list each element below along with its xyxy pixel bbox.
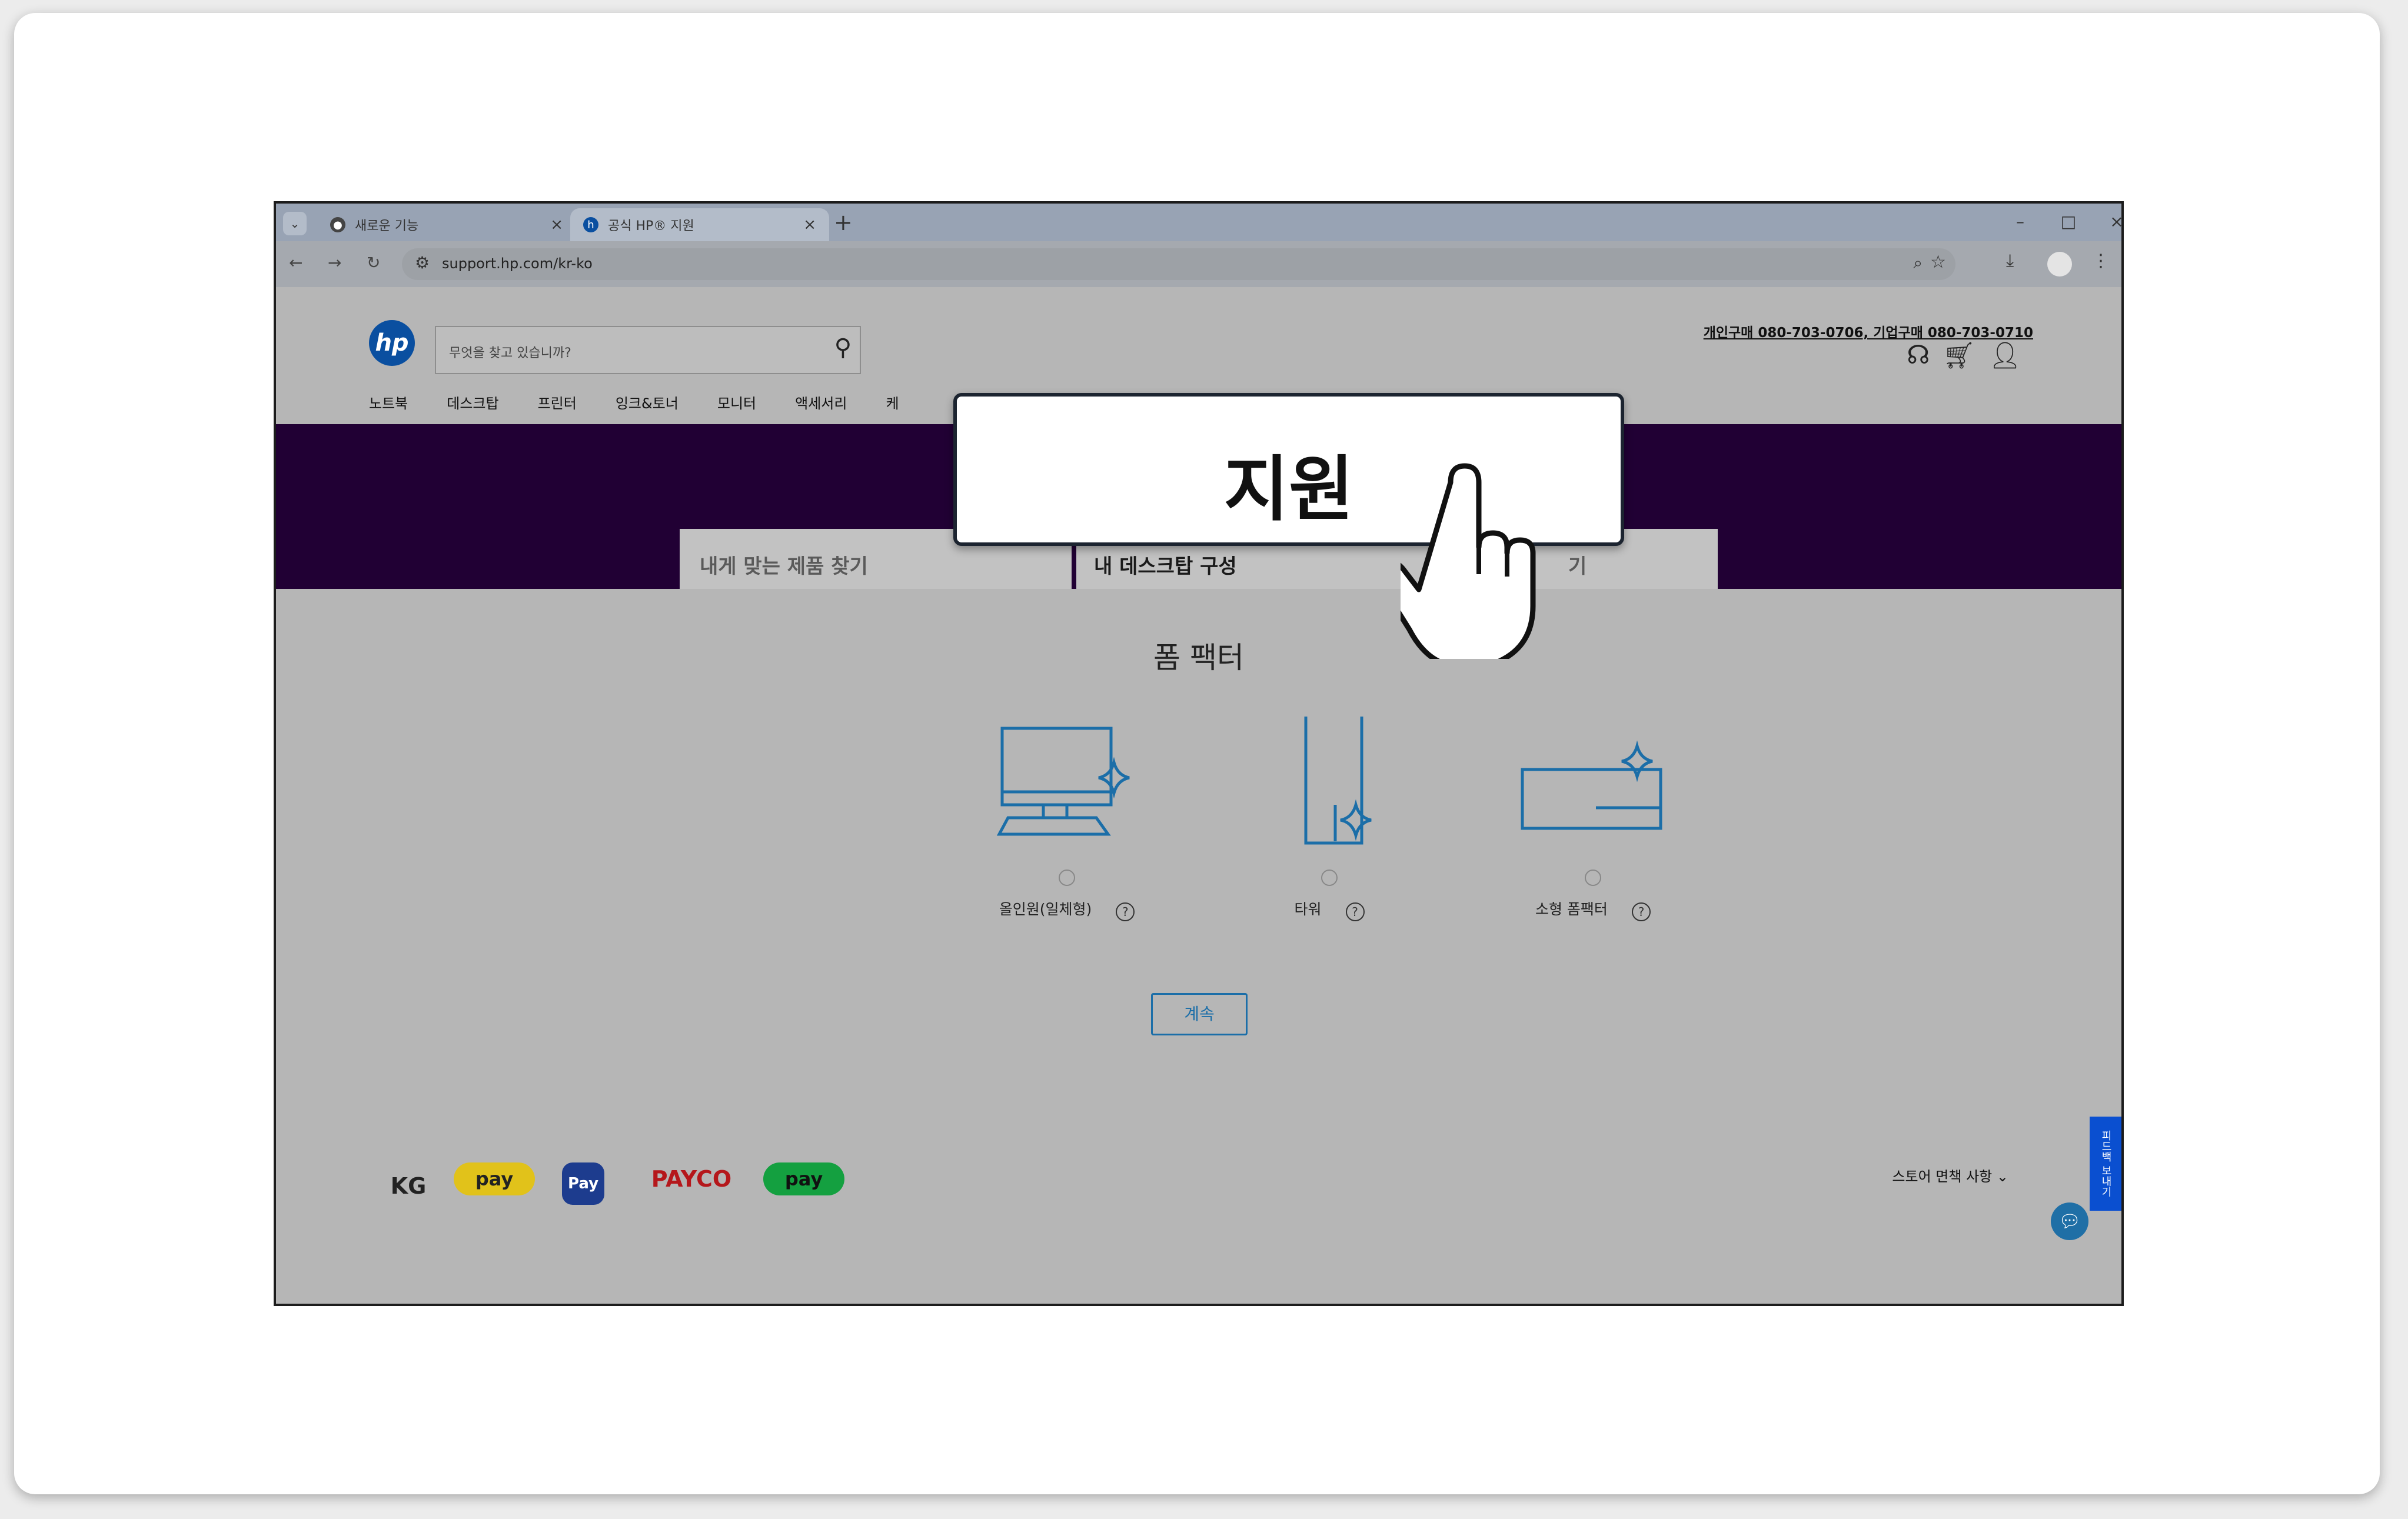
new-tab-icon[interactable]: +: [834, 209, 853, 235]
radio-small-form-factor[interactable]: [1585, 870, 1601, 886]
all-in-one-icon: [996, 727, 1130, 836]
tab-bar: ⌄ ● 새로운 기능 × h 공식 HP® 지원 × + – □ ×: [276, 204, 2121, 241]
site-settings-icon[interactable]: ⚙: [415, 253, 430, 272]
hp-favicon-icon: h: [583, 217, 598, 232]
tab-title: 새로운 기능: [355, 219, 419, 234]
bookmark-star-icon[interactable]: ☆: [1930, 252, 1946, 272]
help-icon[interactable]: ?: [1632, 902, 1651, 921]
samsungpay-logo: Pay: [562, 1162, 604, 1205]
header-icons: ☊ 🛒︎ 👤︎: [1907, 340, 2021, 371]
user-icon[interactable]: 👤︎: [1988, 340, 2021, 371]
nav-item-truncated[interactable]: 케: [886, 392, 899, 412]
cart-icon[interactable]: 🛒︎: [1943, 340, 1975, 371]
back-icon[interactable]: ←: [289, 253, 302, 272]
form-factor-title: 폼 팩터: [1153, 641, 1244, 675]
nav-item-printer[interactable]: 프린터: [538, 392, 577, 412]
nav-item-ink-toner[interactable]: 잉크&토너: [616, 392, 679, 412]
payco-logo: PAYCO: [651, 1166, 732, 1192]
zoom-icon[interactable]: ⌕: [1913, 253, 1923, 273]
close-window-icon[interactable]: ×: [2105, 212, 2121, 231]
maximize-icon[interactable]: □: [2057, 212, 2080, 231]
help-icon[interactable]: ?: [1345, 902, 1365, 921]
kakaopay-logo: pay: [454, 1162, 535, 1195]
close-icon[interactable]: ×: [803, 216, 816, 234]
chat-icon[interactable]: 💬︎: [2051, 1202, 2088, 1240]
minimize-icon[interactable]: –: [2008, 212, 2032, 231]
chrome-icon: ●: [330, 217, 345, 232]
nav-item-accessories[interactable]: 액세서리: [795, 392, 847, 412]
nav-item-laptop[interactable]: 노트북: [369, 392, 408, 412]
kg-logo: KG: [390, 1173, 427, 1199]
category-nav: 노트북 데스크탑 프린터 잉크&토너 모니터 액세서리 케: [369, 392, 938, 412]
tab-title: 공식 HP® 지원: [608, 219, 694, 234]
nav-item-desktop[interactable]: 데스크탑: [447, 392, 498, 412]
help-icon[interactable]: ?: [1116, 902, 1135, 921]
nav-item-monitor[interactable]: 모니터: [717, 392, 756, 412]
tab-configure-desktop[interactable]: 내 데스크탑 구성: [1094, 550, 1237, 579]
continue-button[interactable]: 계속: [1151, 993, 1248, 1035]
option-label: 타워: [1294, 901, 1322, 918]
feedback-tab[interactable]: 피드백 보내기: [2090, 1117, 2121, 1211]
small-form-factor-icon: [1521, 740, 1662, 830]
search-icon[interactable]: ⚲: [834, 334, 852, 361]
tower-icon: [1304, 717, 1372, 845]
search-input[interactable]: 무엇을 찾고 있습니까? ⚲: [435, 326, 861, 374]
option-small-form-factor[interactable]: 소형 폼팩터 ?: [1458, 717, 1728, 921]
hp-logo-icon[interactable]: hp: [369, 320, 415, 366]
store-disclaimer-link[interactable]: 스토어 면책 사항 ⌄: [1892, 1165, 2008, 1185]
contact-phone-link[interactable]: 개인구매 080-703-0706, 기업구매 080-703-0710: [1704, 321, 2033, 341]
disclaimer-label: 스토어 면책 사항: [1892, 1168, 1993, 1185]
tab-third-truncated[interactable]: 기: [1568, 550, 1587, 579]
browser-screenshot: ⌄ ● 새로운 기능 × h 공식 HP® 지원 × + – □ × ← → ↻…: [274, 201, 2124, 1306]
radio-tower[interactable]: [1321, 870, 1338, 886]
naverpay-logo: pay: [763, 1162, 844, 1195]
chevron-down-icon: ⌄: [1996, 1168, 2008, 1185]
profile-avatar[interactable]: [2047, 252, 2072, 277]
reload-icon[interactable]: ↻: [367, 253, 380, 272]
search-placeholder: 무엇을 찾고 있습니까?: [449, 346, 571, 361]
tab-search-button[interactable]: ⌄: [283, 212, 307, 235]
close-icon[interactable]: ×: [550, 216, 563, 234]
option-all-in-one[interactable]: 올인원(일체형) ?: [932, 717, 1202, 921]
tab-find-product[interactable]: 내게 맞는 제품 찾기: [700, 550, 868, 579]
tab-hp-support[interactable]: h 공식 HP® 지원 ×: [570, 208, 829, 241]
url-text: support.hp.com/kr-ko: [442, 255, 593, 272]
option-tower[interactable]: 타워 ?: [1194, 717, 1465, 921]
option-label: 소형 폼팩터: [1535, 901, 1608, 918]
download-icon[interactable]: ⤓: [2006, 251, 2014, 271]
headset-icon[interactable]: ☊: [1907, 340, 1930, 371]
forward-icon[interactable]: →: [328, 253, 341, 272]
address-bar-row: ← → ↻ ⚙ support.hp.com/kr-ko ⌕ ☆ ⤓ ⋮: [276, 241, 2121, 287]
address-bar[interactable]: ⚙ support.hp.com/kr-ko ⌕ ☆: [402, 248, 1955, 280]
menu-kebab-icon[interactable]: ⋮: [2092, 251, 2110, 271]
radio-all-in-one[interactable]: [1059, 870, 1075, 886]
pointer-hand-icon: [1401, 463, 1536, 659]
option-label: 올인원(일체형): [999, 901, 1092, 918]
tab-new-features[interactable]: ● 새로운 기능 ×: [317, 208, 576, 241]
